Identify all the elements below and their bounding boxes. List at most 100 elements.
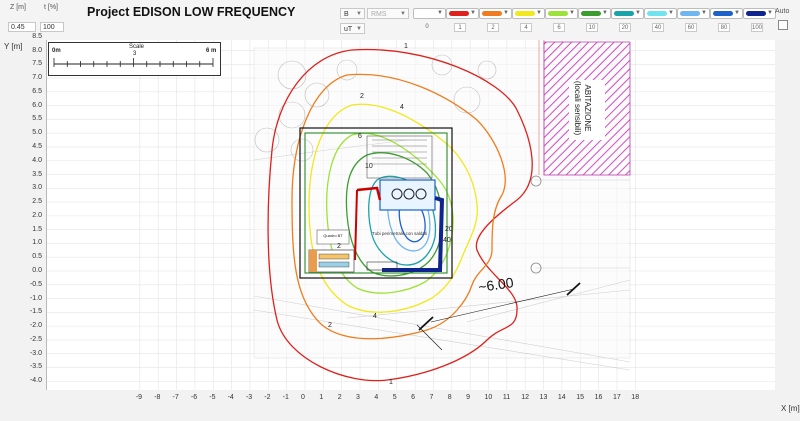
threshold-input-6[interactable]: 20 xyxy=(619,23,631,32)
threshold-input-0[interactable]: 0 xyxy=(421,23,433,32)
y-tick-label: 5.5 xyxy=(32,115,42,123)
auto-label: Auto xyxy=(775,8,790,15)
x-tick-label: -8 xyxy=(154,394,161,401)
plot-area[interactable]: ABITAZIONE (locali sensibili) Quadro BT … xyxy=(46,40,775,390)
y-tick-label: 7.5 xyxy=(32,60,42,68)
chevron-down-icon: ▼ xyxy=(767,10,773,16)
x-tick-label: -2 xyxy=(264,394,271,401)
scale-title: Scale xyxy=(129,44,145,50)
threshold-input-4[interactable]: 6 xyxy=(553,23,565,32)
y-tick-label: -2.0 xyxy=(29,322,42,330)
threshold-input-5[interactable]: 10 xyxy=(586,23,598,32)
scale-legend: Scale 0m 3 6 m xyxy=(48,42,221,76)
y-tick-label: 4.0 xyxy=(32,156,42,164)
swatch-color xyxy=(449,11,469,16)
scale-end: 6 m xyxy=(206,48,217,54)
chevron-down-icon: ▼ xyxy=(437,10,443,16)
cabin-label: Tubi perimetrale con saldati xyxy=(372,231,427,236)
x-tick-label: -5 xyxy=(209,394,216,401)
x-tick-label: 4 xyxy=(374,394,379,401)
threshold-input-1[interactable]: 1 xyxy=(454,23,466,32)
chevron-down-icon: ▼ xyxy=(701,10,707,16)
swatch-color xyxy=(548,11,568,16)
z-input[interactable]: 0.45 xyxy=(8,22,36,32)
threshold-input-2[interactable]: 2 xyxy=(487,23,499,32)
panel-label: Quadro BT xyxy=(323,233,343,238)
contour-label-1b: 1 xyxy=(389,379,393,386)
x-tick-label: 13 xyxy=(539,394,548,401)
y-tick-label: 6.5 xyxy=(32,87,42,95)
contour-label-4: 4 xyxy=(400,104,404,111)
contour-label-2c: 2 xyxy=(360,93,364,100)
chevron-down-icon: ▼ xyxy=(356,26,362,32)
color-swatch-2[interactable]: ▼ xyxy=(479,8,512,19)
threshold-input-9[interactable]: 80 xyxy=(718,23,730,32)
color-swatch-10[interactable]: ▼ xyxy=(743,8,776,19)
y-tick-label: -1.0 xyxy=(29,294,42,302)
x-tick-label: 0 xyxy=(301,394,305,401)
color-swatch-7[interactable]: ▼ xyxy=(644,8,677,19)
y-tick-label: 6.0 xyxy=(32,101,42,109)
field-type-select[interactable]: B ▼ xyxy=(340,8,365,19)
swatch-color xyxy=(515,11,535,16)
x-tick-label: 5 xyxy=(392,394,397,401)
field-type-value: B xyxy=(344,11,349,18)
y-tick-label: 1.5 xyxy=(32,225,42,233)
swatch-color xyxy=(416,11,436,16)
x-tick-label: -6 xyxy=(190,394,198,401)
threshold-input-10[interactable]: 100 xyxy=(751,23,763,32)
scale-mid: 3 xyxy=(133,51,137,57)
chevron-down-icon: ▼ xyxy=(668,10,674,16)
x-tick-label: 7 xyxy=(429,394,434,401)
building-sublabel: (locali sensibili) xyxy=(573,81,582,136)
color-swatch-9[interactable]: ▼ xyxy=(710,8,743,19)
x-tick-label: 2 xyxy=(337,394,342,401)
mode-select[interactable]: RMS ▼ xyxy=(367,8,409,19)
color-swatch-5[interactable]: ▼ xyxy=(578,8,611,19)
color-swatch-0[interactable]: ▼ xyxy=(413,8,446,19)
y-tick-label: -2.5 xyxy=(29,335,42,343)
mode-value: RMS xyxy=(371,11,387,18)
swatch-color xyxy=(746,11,766,16)
toolbar: Z [m] t [%] 0.45 100 Project EDISON LOW … xyxy=(0,0,800,40)
color-swatch-8[interactable]: ▼ xyxy=(677,8,710,19)
threshold-input-7[interactable]: 40 xyxy=(652,23,664,32)
chevron-down-icon: ▼ xyxy=(400,11,406,17)
z-label: Z [m] xyxy=(10,4,26,11)
x-tick-label: 18 xyxy=(631,394,640,401)
y-tick-label: 0.0 xyxy=(32,267,42,274)
contour-label-6: 6 xyxy=(358,133,362,140)
chevron-down-icon: ▼ xyxy=(503,10,509,16)
x-tick-label: -9 xyxy=(135,394,143,401)
x-tick-label: 17 xyxy=(612,394,621,401)
y-tick-label: 8.0 xyxy=(32,46,42,54)
x-tick-label: 8 xyxy=(447,394,452,401)
color-swatch-3[interactable]: ▼ xyxy=(512,8,545,19)
chevron-down-icon: ▼ xyxy=(734,10,740,16)
swatch-color xyxy=(713,11,733,16)
threshold-input-3[interactable]: 4 xyxy=(520,23,532,32)
auto-checkbox[interactable] xyxy=(778,20,788,30)
threshold-input-8[interactable]: 60 xyxy=(685,23,697,32)
x-tick-label: 10 xyxy=(484,394,493,401)
chevron-down-icon: ▼ xyxy=(536,10,542,16)
t-input[interactable]: 100 xyxy=(40,22,64,32)
color-swatch-4[interactable]: ▼ xyxy=(545,8,578,19)
y-tick-label: 7.0 xyxy=(32,74,42,82)
x-tick-label: -7 xyxy=(172,394,179,401)
contour-label-20: 20 xyxy=(445,226,453,233)
y-tick-label: -3.0 xyxy=(29,349,42,357)
y-tick-label: 0.5 xyxy=(32,253,42,261)
swatch-color xyxy=(680,11,700,16)
unit-select[interactable]: uT ▼ xyxy=(340,23,365,34)
chevron-down-icon: ▼ xyxy=(569,10,575,16)
x-tick-label: 15 xyxy=(576,394,585,401)
y-tick-label: -1.5 xyxy=(29,308,42,316)
color-swatch-1[interactable]: ▼ xyxy=(446,8,479,19)
chevron-down-icon: ▼ xyxy=(356,11,362,17)
x-tick-label: -3 xyxy=(245,394,253,401)
y-tick-label: 2.5 xyxy=(32,198,42,206)
x-tick-label: 9 xyxy=(466,394,471,401)
color-swatch-6[interactable]: ▼ xyxy=(611,8,644,19)
building-label: ABITAZIONE xyxy=(583,85,592,132)
